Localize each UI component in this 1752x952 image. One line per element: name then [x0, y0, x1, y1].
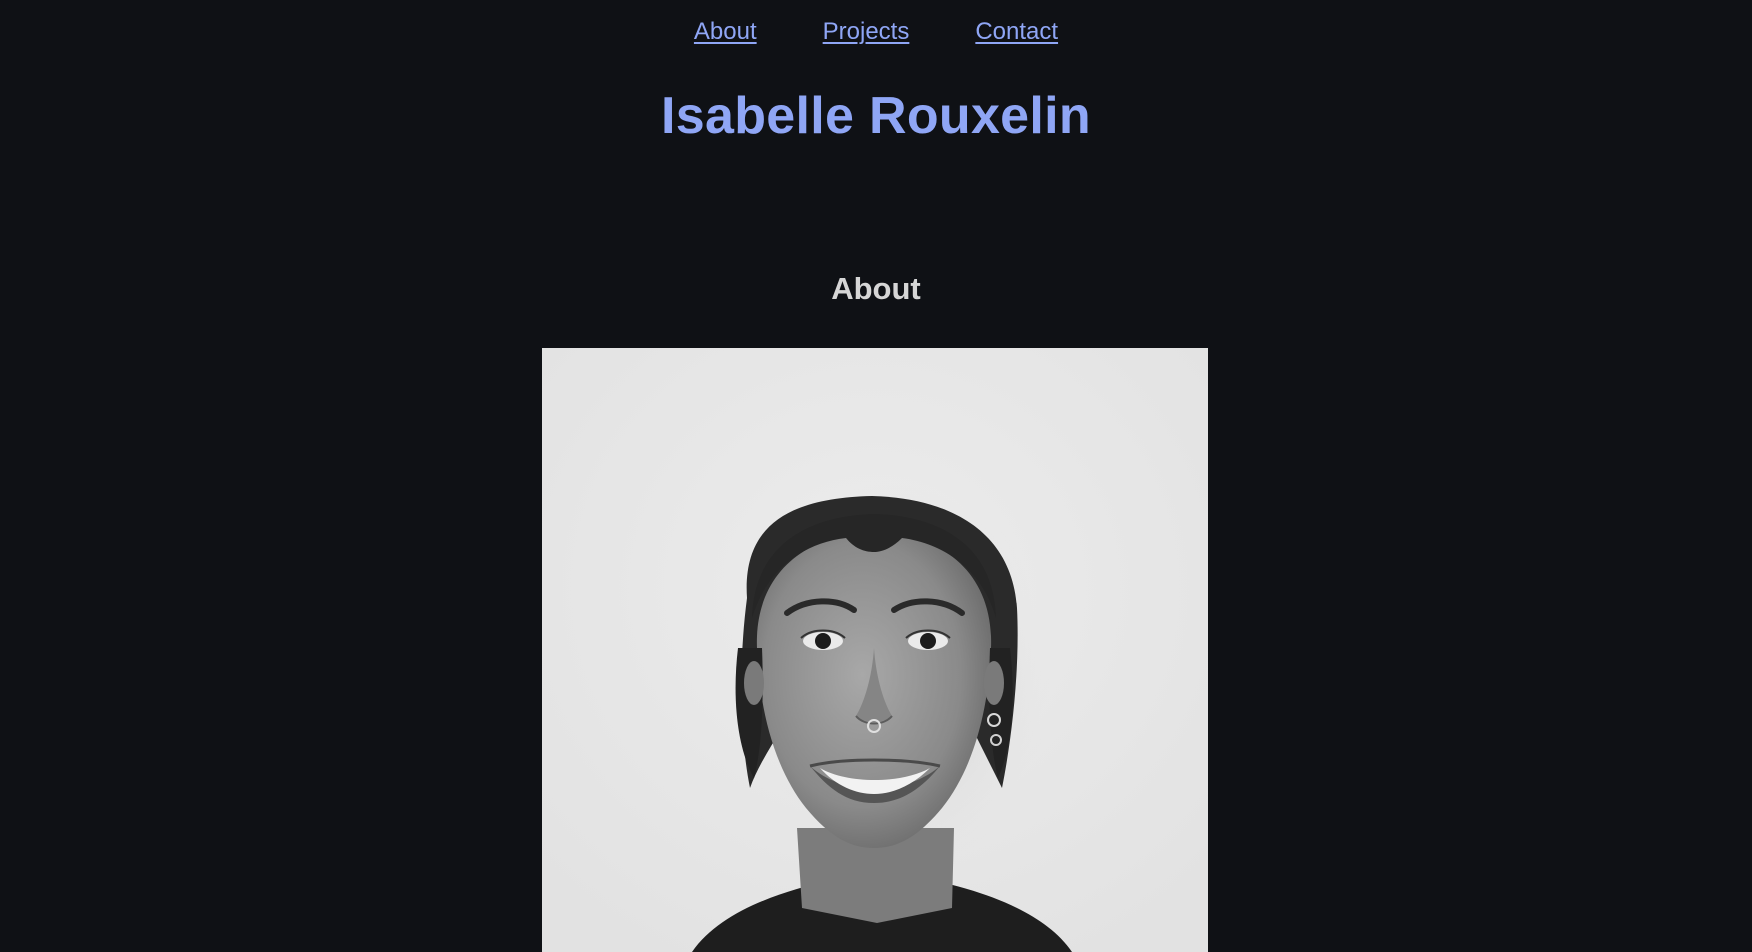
- nav-link-about[interactable]: About: [694, 18, 757, 46]
- nav-link-projects[interactable]: Projects: [823, 18, 910, 46]
- site-title: Isabelle Rouxelin: [661, 87, 1091, 145]
- portrait-photo: [542, 348, 1208, 952]
- nav-link-contact[interactable]: Contact: [975, 18, 1058, 46]
- portrait-illustration: [542, 348, 1208, 952]
- portfolio-page: About Projects Contact Isabelle Rouxelin…: [0, 0, 1752, 952]
- about-heading: About: [831, 271, 921, 306]
- top-nav: About Projects Contact: [0, 18, 1752, 46]
